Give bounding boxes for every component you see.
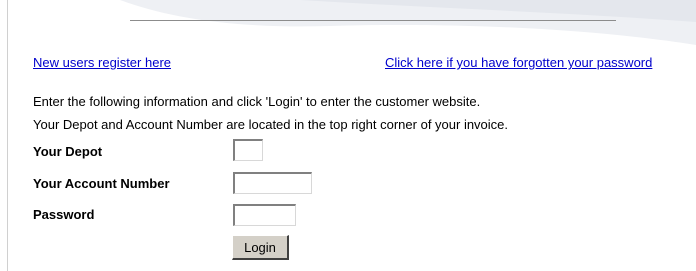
password-label: Password <box>33 207 95 222</box>
depot-label: Your Depot <box>33 144 103 159</box>
account-number-input[interactable] <box>233 172 312 194</box>
forgot-password-link[interactable]: Click here if you have forgotten your pa… <box>385 55 652 70</box>
login-button[interactable]: Login <box>232 235 289 260</box>
password-input[interactable] <box>233 204 296 226</box>
register-link[interactable]: New users register here <box>33 55 171 70</box>
instruction-text-login: Enter the following information and clic… <box>33 94 481 109</box>
account-number-label: Your Account Number <box>33 176 170 191</box>
header-swoosh-decoration <box>120 0 696 45</box>
header-divider <box>130 20 616 21</box>
login-page: New users register here Click here if yo… <box>0 0 696 271</box>
instruction-text-invoice: Your Depot and Account Number are locate… <box>33 117 509 132</box>
left-border-line <box>7 0 8 271</box>
depot-input[interactable] <box>233 139 263 161</box>
